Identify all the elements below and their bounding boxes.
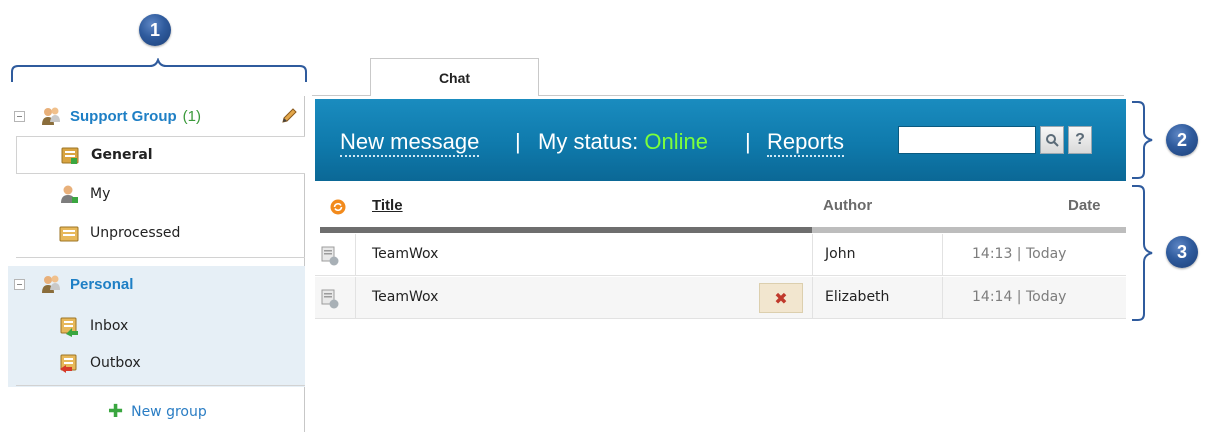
- folder-icon: [59, 226, 79, 242]
- status-control[interactable]: My status: Online: [538, 129, 708, 155]
- pencil-icon[interactable]: [280, 107, 298, 125]
- help-button[interactable]: ?: [1068, 126, 1092, 154]
- outbox-icon: [60, 354, 77, 373]
- column-divider: [942, 277, 943, 319]
- reports-link[interactable]: Reports: [767, 129, 845, 157]
- callout-3-label: 3: [1176, 241, 1187, 262]
- user-icon: [61, 185, 78, 203]
- column-header-title[interactable]: Title: [372, 197, 403, 214]
- group-support-count: (1): [182, 107, 201, 125]
- collapse-icon[interactable]: [14, 278, 25, 290]
- group-support-title: Support Group (1): [70, 108, 201, 125]
- sidebar-item-inbox[interactable]: Inbox: [16, 308, 305, 344]
- reports-label: Reports: [767, 129, 845, 157]
- collapse-icon[interactable]: [14, 110, 25, 122]
- tab-chat-label: Chat: [438, 69, 471, 86]
- callout-badge-2: 2: [1166, 124, 1198, 156]
- row-title[interactable]: TeamWox: [372, 246, 438, 262]
- sidebar-item-outbox-label: Outbox: [90, 355, 141, 371]
- plus-icon: ✚: [108, 401, 124, 422]
- sidebar-item-general-label: General: [91, 147, 153, 163]
- delete-button[interactable]: ✖: [759, 283, 803, 313]
- sidebar-item-unprocessed-label: Unprocessed: [90, 225, 181, 241]
- group-support[interactable]: Support Group (1): [8, 96, 305, 136]
- support-group-divider: [16, 257, 305, 258]
- row-author: Elizabeth: [825, 289, 890, 305]
- search-button[interactable]: [1040, 126, 1064, 154]
- sidebar-item-my-label: My: [90, 186, 111, 202]
- row-date: 14:13 | Today: [972, 246, 1067, 262]
- sidebar: Support Group (1) General My Unprocessed…: [8, 96, 305, 432]
- sort-indicator-bar: [320, 227, 812, 233]
- screen: 1 2 3 Chat Support Group (1) General My …: [0, 0, 1205, 432]
- message-icon: [321, 289, 339, 309]
- header-underline: [812, 227, 1126, 233]
- column-divider: [812, 277, 813, 319]
- callout-bracket-3: [1132, 185, 1153, 321]
- users-group-icon: [42, 107, 60, 125]
- group-personal[interactable]: Personal: [8, 264, 305, 304]
- close-icon: ✖: [774, 288, 788, 308]
- table-row[interactable]: TeamWox John 14:13 | Today: [315, 234, 1126, 276]
- new-group-link[interactable]: ✚ New group: [108, 401, 207, 422]
- column-divider: [355, 234, 356, 276]
- general-folder-icon: [61, 147, 79, 164]
- group-support-name: Support Group: [70, 107, 177, 125]
- column-divider: [942, 234, 943, 276]
- callout-badge-1: 1: [139, 14, 171, 46]
- column-divider: [355, 277, 356, 319]
- inbox-icon: [60, 317, 78, 337]
- sidebar-item-unprocessed[interactable]: Unprocessed: [16, 215, 305, 251]
- message-icon: [321, 246, 339, 266]
- callout-bracket-2: [1132, 101, 1153, 179]
- toolbar-separator: |: [745, 129, 751, 154]
- callout-2-label: 2: [1176, 129, 1187, 150]
- new-group-label: New group: [131, 403, 207, 420]
- row-title[interactable]: TeamWox: [372, 289, 438, 305]
- callout-bracket-1: [11, 58, 307, 82]
- table-row[interactable]: TeamWox ✖ Elizabeth 14:14 | Today: [315, 277, 1126, 319]
- main-panel: New message | My status: Online | Report…: [315, 99, 1126, 432]
- personal-group-divider: [16, 385, 305, 386]
- sidebar-item-outbox[interactable]: Outbox: [16, 345, 305, 381]
- sidebar-item-inbox-label: Inbox: [90, 318, 129, 334]
- row-date: 14:14 | Today: [972, 289, 1067, 305]
- new-message-link[interactable]: New message: [340, 129, 480, 157]
- status-label: My status:: [538, 129, 639, 154]
- callout-1-label: 1: [149, 19, 160, 40]
- refresh-icon[interactable]: [330, 199, 346, 215]
- toolbar-separator: |: [515, 129, 521, 154]
- users-group-icon: [42, 275, 60, 293]
- sidebar-item-general[interactable]: General: [16, 136, 305, 174]
- tab-chat[interactable]: Chat: [370, 58, 539, 96]
- row-author: John: [825, 246, 856, 262]
- callout-badge-3: 3: [1166, 236, 1198, 268]
- group-personal-title: Personal: [70, 275, 134, 293]
- search-icon: [1046, 134, 1059, 147]
- column-header-date[interactable]: Date: [1068, 197, 1101, 214]
- column-header-author[interactable]: Author: [823, 197, 872, 214]
- search-input[interactable]: [898, 126, 1036, 154]
- sidebar-item-my[interactable]: My: [16, 176, 305, 212]
- status-value: Online: [644, 129, 708, 154]
- column-divider: [812, 234, 813, 276]
- table-header: Title Author Date: [315, 183, 1126, 231]
- help-icon: ?: [1075, 131, 1085, 148]
- toolbar: New message | My status: Online | Report…: [315, 99, 1126, 181]
- new-message-label: New message: [340, 129, 480, 157]
